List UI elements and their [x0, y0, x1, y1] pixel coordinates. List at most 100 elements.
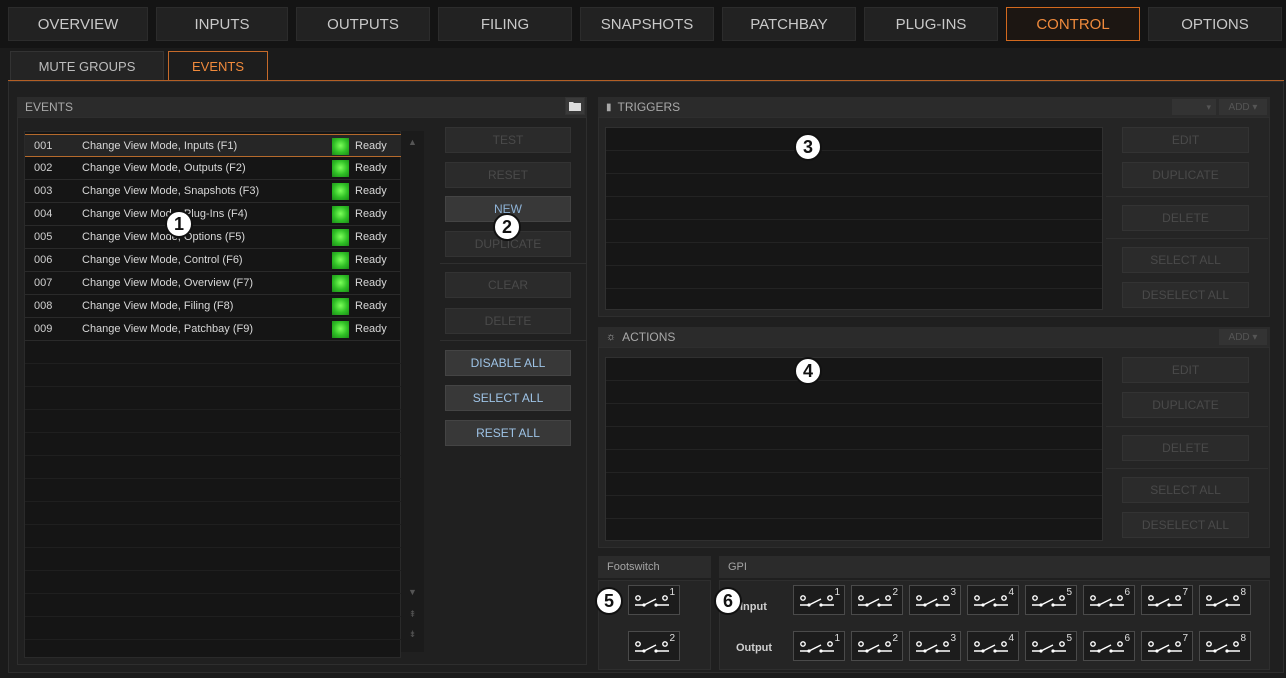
action-select-all-button[interactable]: SELECT ALL — [1122, 477, 1249, 503]
scroll-top-icon[interactable]: ⇞ — [405, 607, 420, 621]
gpi-title: GPI — [728, 561, 747, 573]
action-delete-button[interactable]: DELETE — [1122, 435, 1249, 461]
empty-row — [25, 571, 402, 594]
tab-outputs[interactable]: OUTPUTS — [296, 7, 430, 41]
switch-number: 3 — [950, 587, 956, 598]
tab-control[interactable]: CONTROL — [1006, 7, 1140, 41]
footswitch-1[interactable]: 1 — [628, 585, 680, 615]
table-row[interactable]: 004 Change View Mode, Plug-Ins (F4) Read… — [25, 203, 402, 226]
gpi-input-switch-4[interactable]: 4 — [967, 585, 1019, 615]
gpi-output-switch-5[interactable]: 5 — [1025, 631, 1077, 661]
gpi-input-switch-1[interactable]: 1 — [793, 585, 845, 615]
tab-overview[interactable]: OVERVIEW — [8, 7, 148, 41]
gpi-input-switch-5[interactable]: 5 — [1025, 585, 1077, 615]
event-number: 003 — [34, 185, 53, 197]
event-name: Change View Mode, Snapshots (F3) — [82, 185, 260, 197]
switch-number: 2 — [669, 633, 675, 644]
gpi-input-switch-2[interactable]: 2 — [851, 585, 903, 615]
trigger-deselect-all-button[interactable]: DESELECT ALL — [1122, 282, 1249, 308]
ready-led-icon — [332, 252, 349, 269]
tab-plug-ins[interactable]: PLUG-INS — [864, 7, 998, 41]
subtab-mute-groups[interactable]: MUTE GROUPS — [10, 51, 164, 81]
footswitch-title: Footswitch — [607, 561, 660, 573]
event-name: Change View Mode, Inputs (F1) — [82, 140, 238, 152]
footswitch-2[interactable]: 2 — [628, 631, 680, 661]
subtab-events[interactable]: EVENTS — [168, 51, 268, 81]
ready-led-icon — [332, 160, 349, 177]
tab-filing[interactable]: FILING — [438, 7, 572, 41]
disable-all-button[interactable]: DISABLE ALL — [445, 350, 571, 376]
gpi-input-switch-3[interactable]: 3 — [909, 585, 961, 615]
gpi-output-switch-2[interactable]: 2 — [851, 631, 903, 661]
gpi-output-switch-6[interactable]: 6 — [1083, 631, 1135, 661]
triggers-list[interactable] — [605, 127, 1103, 310]
gpi-output-switch-4[interactable]: 4 — [967, 631, 1019, 661]
top-navigation: OVERVIEW INPUTS OUTPUTS FILING SNAPSHOTS… — [0, 0, 1286, 48]
actions-list[interactable] — [605, 357, 1103, 541]
tab-inputs[interactable]: INPUTS — [156, 7, 288, 41]
empty-row — [25, 341, 402, 364]
gpi-input-switch-7[interactable]: 7 — [1141, 585, 1193, 615]
trigger-delete-button[interactable]: DELETE — [1122, 205, 1249, 231]
table-row[interactable]: 006 Change View Mode, Control (F6) Ready — [25, 249, 402, 272]
action-deselect-all-button[interactable]: DESELECT ALL — [1122, 512, 1249, 538]
gpi-output-switch-7[interactable]: 7 — [1141, 631, 1193, 661]
select-all-button[interactable]: SELECT ALL — [445, 385, 571, 411]
action-edit-button[interactable]: EDIT — [1122, 357, 1249, 383]
scroll-bottom-icon[interactable]: ⇟ — [405, 627, 420, 641]
table-row[interactable]: 008 Change View Mode, Filing (F8) Ready — [25, 295, 402, 318]
table-row[interactable]: 009 Change View Mode, Patchbay (F9) Read… — [25, 318, 402, 341]
trigger-type-dropdown[interactable]: ▾ — [1172, 99, 1216, 115]
gpi-input-label: Input — [740, 601, 767, 613]
trigger-duplicate-button[interactable]: DUPLICATE — [1122, 162, 1249, 188]
event-name: Change View Mode, Options (F5) — [82, 231, 246, 243]
empty-row — [25, 410, 402, 433]
empty-row — [25, 433, 402, 456]
switch-number: 6 — [1124, 633, 1130, 644]
callout-6: 6 — [714, 587, 742, 615]
gpi-input-switch-6[interactable]: 6 — [1083, 585, 1135, 615]
empty-row — [25, 548, 402, 571]
events-list[interactable]: 001 Change View Mode, Inputs (F1) Ready … — [24, 131, 402, 658]
reset-button[interactable]: RESET — [445, 162, 571, 188]
test-button[interactable]: TEST — [445, 127, 571, 153]
triggers-header: ▮ TRIGGERS — [598, 97, 1270, 117]
trigger-select-all-button[interactable]: SELECT ALL — [1122, 247, 1249, 273]
events-scrollbar[interactable]: ▲ ▼ ⇞ ⇟ — [401, 131, 424, 652]
gpi-output-switch-1[interactable]: 1 — [793, 631, 845, 661]
event-status: Ready — [355, 185, 387, 197]
table-row[interactable]: 003 Change View Mode, Snapshots (F3) Rea… — [25, 180, 402, 203]
event-name: Change View Mode, Filing (F8) — [82, 300, 234, 312]
table-row[interactable]: 002 Change View Mode, Outputs (F2) Ready — [25, 157, 402, 180]
switch-number: 8 — [1240, 633, 1246, 644]
tab-options[interactable]: OPTIONS — [1148, 7, 1282, 41]
add-label: ADD — [1228, 101, 1250, 113]
action-duplicate-button[interactable]: DUPLICATE — [1122, 392, 1249, 418]
table-row[interactable]: 005 Change View Mode, Options (F5) Ready — [25, 226, 402, 249]
empty-row — [25, 456, 402, 479]
tab-patchbay[interactable]: PATCHBAY — [722, 7, 856, 41]
switch-number: 5 — [1066, 633, 1072, 644]
event-status: Ready — [355, 231, 387, 243]
tab-snapshots[interactable]: SNAPSHOTS — [580, 7, 714, 41]
triggers-add-button[interactable]: ADD ▾ — [1219, 99, 1267, 115]
gpi-output-switch-8[interactable]: 8 — [1199, 631, 1251, 661]
event-name: Change View Mode, Plug-Ins (F4) — [82, 208, 248, 220]
reset-all-button[interactable]: RESET ALL — [445, 420, 571, 446]
scroll-down-icon[interactable]: ▼ — [405, 585, 420, 599]
table-row[interactable]: 007 Change View Mode, Overview (F7) Read… — [25, 272, 402, 295]
clear-button[interactable]: CLEAR — [445, 272, 571, 298]
delete-button[interactable]: DELETE — [445, 308, 571, 334]
event-name: Change View Mode, Control (F6) — [82, 254, 243, 266]
folder-icon[interactable] — [565, 97, 585, 115]
scroll-up-icon[interactable]: ▲ — [405, 135, 420, 149]
button-divider — [440, 340, 587, 341]
table-row[interactable]: 001 Change View Mode, Inputs (F1) Ready — [25, 134, 402, 157]
gpi-output-switch-3[interactable]: 3 — [909, 631, 961, 661]
gpi-input-switch-8[interactable]: 8 — [1199, 585, 1251, 615]
button-divider — [1106, 468, 1268, 469]
ready-led-icon — [332, 275, 349, 292]
event-number: 005 — [34, 231, 53, 243]
actions-add-button[interactable]: ADD ▾ — [1219, 329, 1267, 345]
trigger-edit-button[interactable]: EDIT — [1122, 127, 1249, 153]
